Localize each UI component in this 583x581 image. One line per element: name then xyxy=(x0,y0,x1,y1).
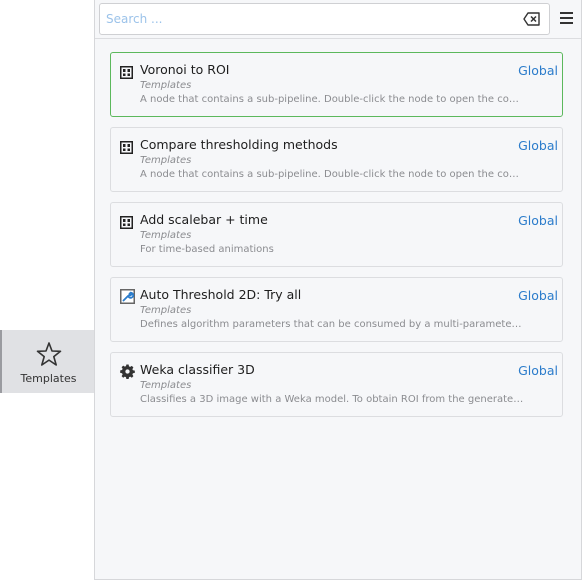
template-list-item[interactable]: Add scalebar + time Global Templates For… xyxy=(110,202,563,267)
item-category: Templates xyxy=(140,155,192,166)
item-scope-link[interactable]: Global xyxy=(518,63,558,78)
item-description: Classifies a 3D image with a Weka model.… xyxy=(140,394,525,405)
template-list-item[interactable]: Weka classifier 3D Global Templates Clas… xyxy=(110,352,563,417)
search-toolbar xyxy=(95,0,581,39)
item-description: A node that contains a sub-pipeline. Dou… xyxy=(140,94,525,105)
clear-search-icon[interactable] xyxy=(523,11,541,27)
hamburger-menu-icon[interactable] xyxy=(560,12,573,24)
item-category: Templates xyxy=(140,380,192,391)
item-scope-link[interactable]: Global xyxy=(518,363,558,378)
item-title: Weka classifier 3D xyxy=(140,362,255,377)
star-icon xyxy=(36,342,61,366)
graph-node-icon xyxy=(120,139,133,154)
item-category: Templates xyxy=(140,305,192,316)
template-list-item[interactable]: Auto Threshold 2D: Try all Global Templa… xyxy=(110,277,563,342)
item-title: Compare thresholding methods xyxy=(140,137,338,152)
templates-panel: Voronoi to ROI Global Templates A node t… xyxy=(94,0,582,580)
item-scope-link[interactable]: Global xyxy=(518,213,558,228)
item-description: A node that contains a sub-pipeline. Dou… xyxy=(140,169,525,180)
item-title: Auto Threshold 2D: Try all xyxy=(140,287,302,302)
item-category: Templates xyxy=(140,80,192,91)
dock-tab-label: Templates xyxy=(20,372,77,385)
item-title: Voronoi to ROI xyxy=(140,62,230,77)
graph-node-icon xyxy=(120,64,133,79)
item-category: Templates xyxy=(140,230,192,241)
wrench-icon xyxy=(120,289,135,304)
gear-icon xyxy=(120,364,135,380)
search-box xyxy=(99,3,550,35)
item-description: For time-based animations xyxy=(140,244,274,255)
dock-tab-templates[interactable]: Templates xyxy=(0,330,95,393)
search-input[interactable] xyxy=(106,4,516,34)
item-scope-link[interactable]: Global xyxy=(518,138,558,153)
template-list: Voronoi to ROI Global Templates A node t… xyxy=(110,52,563,427)
graph-node-icon xyxy=(120,214,133,229)
item-scope-link[interactable]: Global xyxy=(518,288,558,303)
template-list-item[interactable]: Voronoi to ROI Global Templates A node t… xyxy=(110,52,563,117)
template-list-item[interactable]: Compare thresholding methods Global Temp… xyxy=(110,127,563,192)
item-description: Defines algorithm parameters that can be… xyxy=(140,319,525,330)
item-title: Add scalebar + time xyxy=(140,212,268,227)
